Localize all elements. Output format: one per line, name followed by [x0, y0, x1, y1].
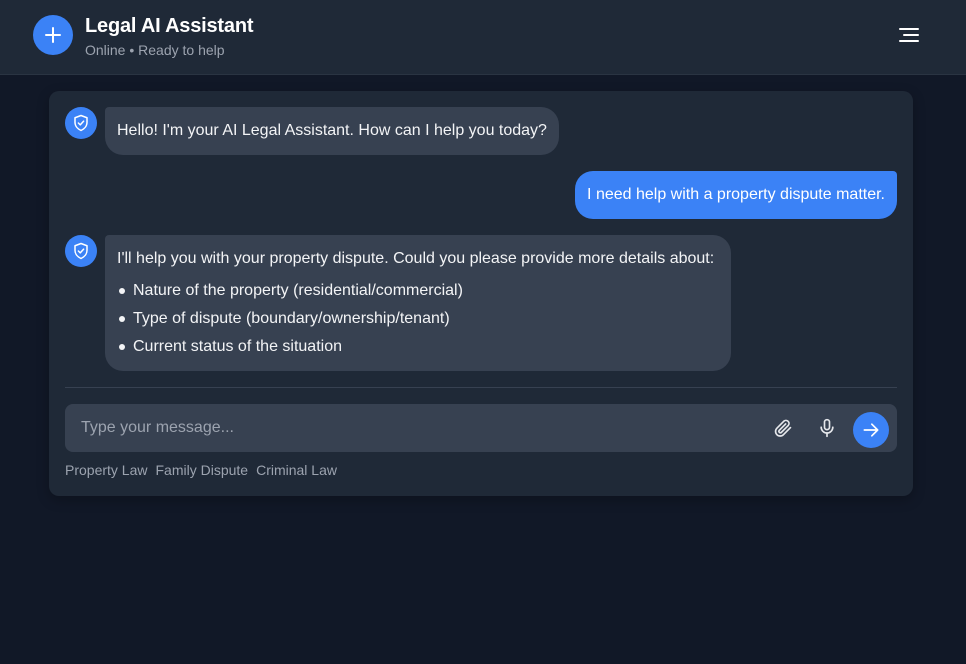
chat-panel: Hello! I'm your AI Legal Assistant. How …: [49, 91, 913, 496]
menu-icon: [899, 28, 919, 42]
send-button[interactable]: [853, 412, 889, 448]
plus-icon: [45, 27, 61, 43]
assistant-message: Hello! I'm your AI Legal Assistant. How …: [105, 107, 559, 155]
status-text: Online • Ready to help: [85, 42, 225, 58]
menu-button[interactable]: [896, 24, 922, 46]
app-title: Legal AI Assistant: [85, 15, 254, 37]
topic-chip-family-dispute[interactable]: Family Dispute: [155, 462, 248, 478]
topic-chip-criminal-law[interactable]: Criminal Law: [256, 462, 337, 478]
assistant-avatar: [65, 235, 97, 267]
list-item: Type of dispute (boundary/ownership/tena…: [119, 309, 719, 329]
list-item: Current status of the situation: [119, 337, 719, 357]
message-text: I'll help you with your property dispute…: [117, 250, 715, 267]
shield-check-icon: [74, 114, 88, 132]
user-message: I need help with a property dispute matt…: [575, 171, 897, 219]
message-composer: [65, 404, 897, 452]
shield-check-icon: [74, 242, 88, 260]
app-header: Legal AI Assistant Online • Ready to hel…: [0, 0, 966, 75]
message-input[interactable]: [65, 404, 745, 452]
arrow-right-icon: [863, 423, 879, 437]
divider: [65, 387, 897, 388]
microphone-icon: [820, 418, 834, 438]
new-chat-button[interactable]: [33, 15, 73, 55]
topic-chip-property-law[interactable]: Property Law: [65, 462, 147, 478]
attach-button[interactable]: [771, 416, 795, 440]
assistant-avatar: [65, 107, 97, 139]
voice-button[interactable]: [815, 416, 839, 440]
detail-list: Nature of the property (residential/comm…: [117, 281, 719, 357]
assistant-message: I'll help you with your property dispute…: [105, 235, 731, 371]
quick-topics: Property Law Family Dispute Criminal Law: [65, 462, 337, 478]
list-item: Nature of the property (residential/comm…: [119, 281, 719, 301]
paperclip-icon: [774, 419, 792, 437]
